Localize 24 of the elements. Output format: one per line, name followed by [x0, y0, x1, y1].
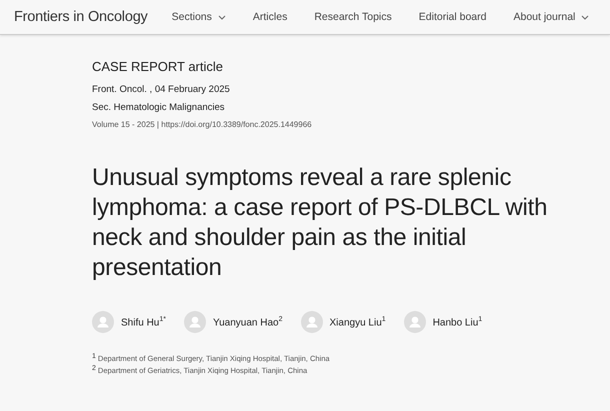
affiliation-number: 2 — [92, 365, 96, 373]
nav-link[interactable]: Research Topics — [314, 11, 392, 23]
author-name[interactable]: Xiangyu Liu$^{1}$ — [330, 316, 386, 328]
doi-link[interactable]: https://doi.org/10.3389/fonc.2025.1449966 — [161, 120, 312, 129]
chevron-down-icon — [581, 14, 590, 20]
author-name[interactable]: Hanbo Liu$^{1}$ — [432, 316, 482, 328]
author-name[interactable]: Shifu Hu$^{1*}$ — [121, 316, 166, 328]
nav-link[interactable]: Articles — [252, 11, 288, 23]
avatar-icon — [300, 311, 323, 333]
journal-title[interactable]: Frontiers in Oncology — [14, 9, 148, 25]
avatar-icon — [404, 311, 426, 333]
volume-label: Volume 15 - 2025 | — [92, 120, 160, 129]
nav-link[interactable]: Editorial board — [418, 11, 486, 23]
article-type: CASE REPORT article — [92, 59, 224, 74]
nav-link[interactable]: Sections — [172, 11, 226, 23]
nav-link[interactable]: About journal — [513, 11, 590, 23]
avatar-icon — [92, 311, 114, 333]
author-name[interactable]: Yuanyuan Hao$^{2}$ — [212, 316, 283, 328]
section-label: Sec. Hematologic Malignancies — [92, 102, 226, 113]
avatar-icon — [184, 311, 206, 333]
journal-date: Front. Oncol. , 04 February 2025 — [92, 84, 231, 95]
article-title: Unusual symptoms reveal a rare splenic lymphoma: a case report of PS-DLBCL with neck and shoulder pain as the initial presentation — [92, 163, 548, 283]
chevron-down-icon — [218, 14, 226, 20]
affiliation-number: 1 — [92, 353, 96, 361]
